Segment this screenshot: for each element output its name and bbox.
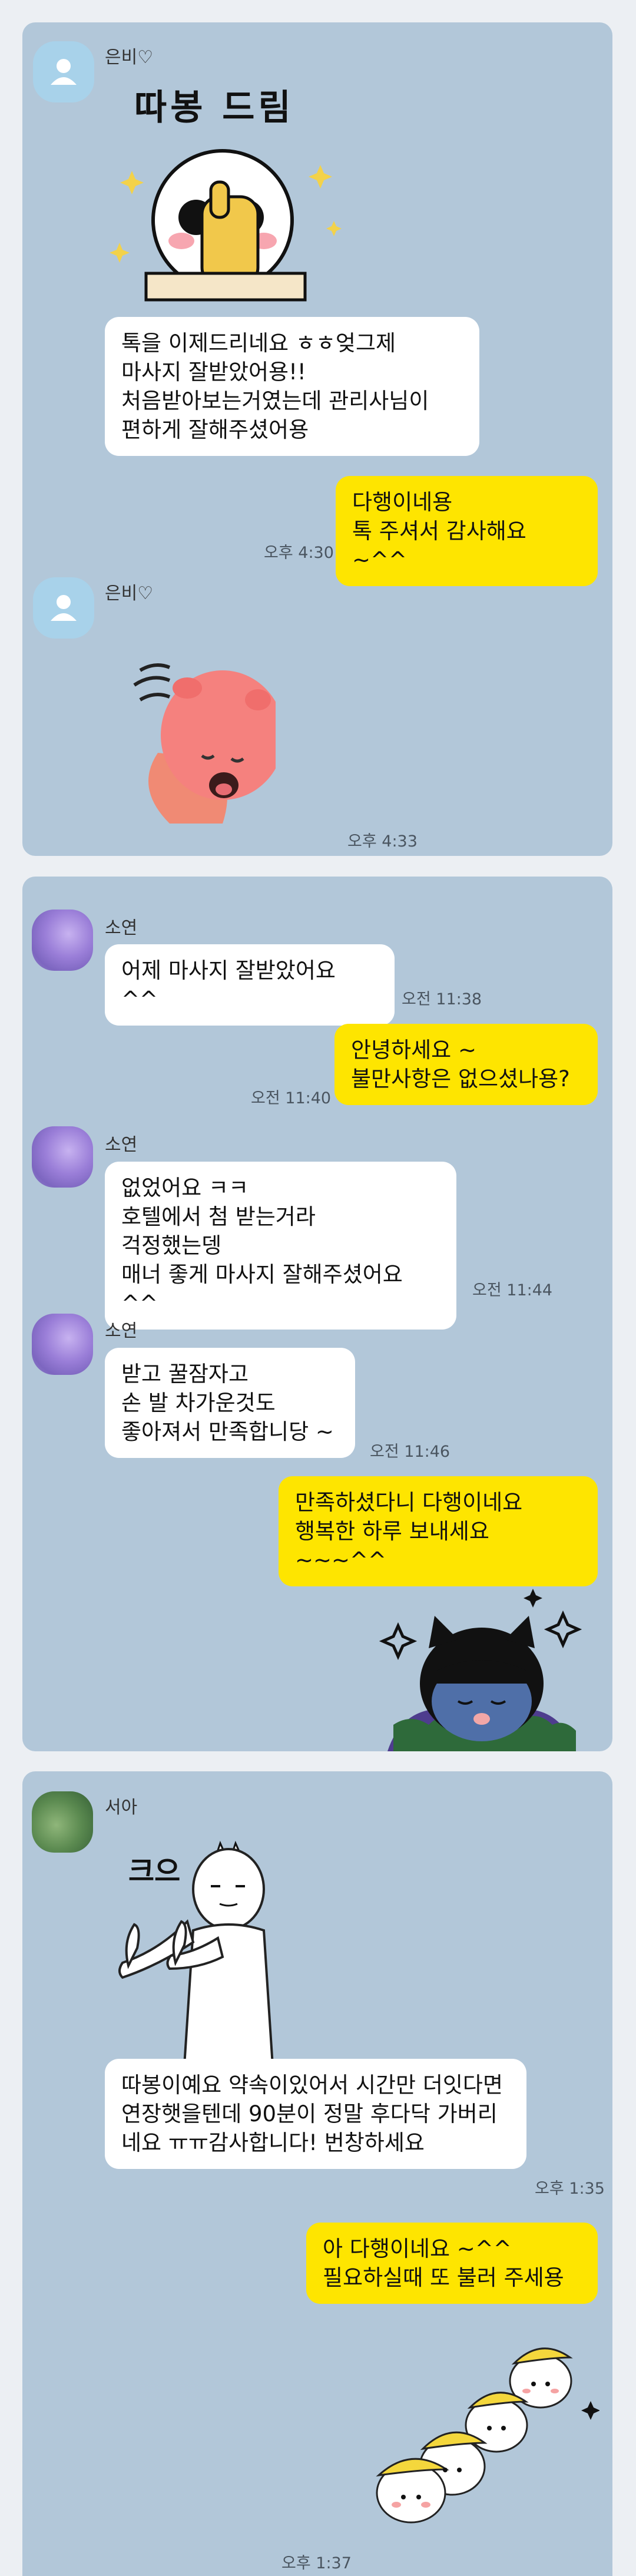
my-message-bubble[interactable]: 만족하셨다니 다행이네요 행복한 하루 보내세요 ~~~^^	[279, 1476, 598, 1586]
chat-panel-2: 소연 어제 마사지 잘받았어요 ^^ 오전 11:38 오전 11:40 안녕하…	[22, 877, 612, 1751]
default-person-icon	[51, 595, 77, 621]
black-hair-cat-icon	[379, 1589, 582, 1751]
message-timestamp: 오후 1:35	[535, 2180, 605, 2198]
my-message-bubble[interactable]: 안녕하세요 ~ 불만사항은 없으셨나용?	[334, 1024, 598, 1105]
profile-avatar[interactable]	[32, 1314, 93, 1375]
default-person-icon	[51, 59, 77, 85]
sleepy-cat-sticker[interactable]	[370, 1583, 594, 1751]
sender-name: 소연	[105, 1321, 138, 1341]
message-bubble[interactable]: 어제 마사지 잘받았어요 ^^	[105, 944, 395, 1026]
sender-name: 소연	[105, 1135, 138, 1155]
pink-creature-icon	[133, 663, 284, 824]
profile-avatar[interactable]	[33, 577, 94, 639]
message-timestamp: 오전 11:38	[402, 990, 482, 1008]
message-timestamp: 오전 11:46	[370, 1443, 450, 1461]
banana-hat-cats-icon	[376, 2347, 600, 2524]
bowing-pig-sticker[interactable]	[122, 635, 284, 829]
sender-name: 서아	[105, 1797, 138, 1818]
message-timestamp: 오후 4:33	[347, 832, 418, 851]
message-bubble[interactable]: 없었어요 ㅋㅋ 호텔에서 첨 받는거라 걱정했는뎅 매너 좋게 마사지 잘해주셨…	[105, 1162, 456, 1330]
white-man-thumbs-up-icon	[118, 1840, 274, 2066]
message-bubble[interactable]: 받고 꿀잠자고 손 발 차가운것도 좋아져서 만족합니당 ~	[105, 1348, 355, 1458]
my-message-bubble[interactable]: 다행이네용 톡 주셔서 감사해요 ~^^	[336, 476, 598, 586]
thumbs-up-character-icon	[110, 149, 342, 302]
banana-cats-sticker[interactable]	[364, 2325, 600, 2525]
thumbs-up-man-sticker[interactable]: 크으	[105, 1830, 376, 2066]
message-timestamp: 오후 4:30	[264, 544, 334, 562]
message-bubble[interactable]: 톡을 이제드리네요 ㅎㅎ엊그제 마사지 잘받았어용!! 처음받아보는거였는데 관…	[105, 317, 479, 456]
chat-panel-1: 은비♡ 따봉 드림 톡을 이제드리네요 ㅎㅎ엊그제 마사지 잘받았어용!! 처음…	[22, 22, 612, 856]
sender-name: 소연	[105, 918, 138, 938]
profile-avatar[interactable]	[32, 1791, 93, 1853]
message-timestamp: 오후 1:37	[281, 2554, 352, 2572]
sender-name: 은비♡	[105, 47, 154, 68]
chat-panel-3: 서아 크으 따봉이예요 약속이있어서 시간만 더잇다면 연장햇을텐데 90분이 …	[22, 1771, 612, 2576]
message-bubble[interactable]: 따봉이예요 약속이있어서 시간만 더잇다면 연장햇을텐데 90분이 정말 후다닥…	[105, 2059, 526, 2169]
profile-avatar[interactable]	[33, 41, 94, 102]
profile-avatar[interactable]	[32, 910, 93, 971]
message-timestamp: 오전 11:44	[472, 1281, 553, 1299]
thumbs-up-sticker[interactable]: 따봉 드림	[105, 79, 364, 320]
my-message-bubble[interactable]: 아 다행이네요 ~^^ 필요하실때 또 불러 주세용	[306, 2223, 598, 2304]
profile-avatar[interactable]	[32, 1126, 93, 1188]
message-timestamp: 오전 11:40	[251, 1089, 332, 1107]
sender-name: 은비♡	[105, 583, 154, 604]
